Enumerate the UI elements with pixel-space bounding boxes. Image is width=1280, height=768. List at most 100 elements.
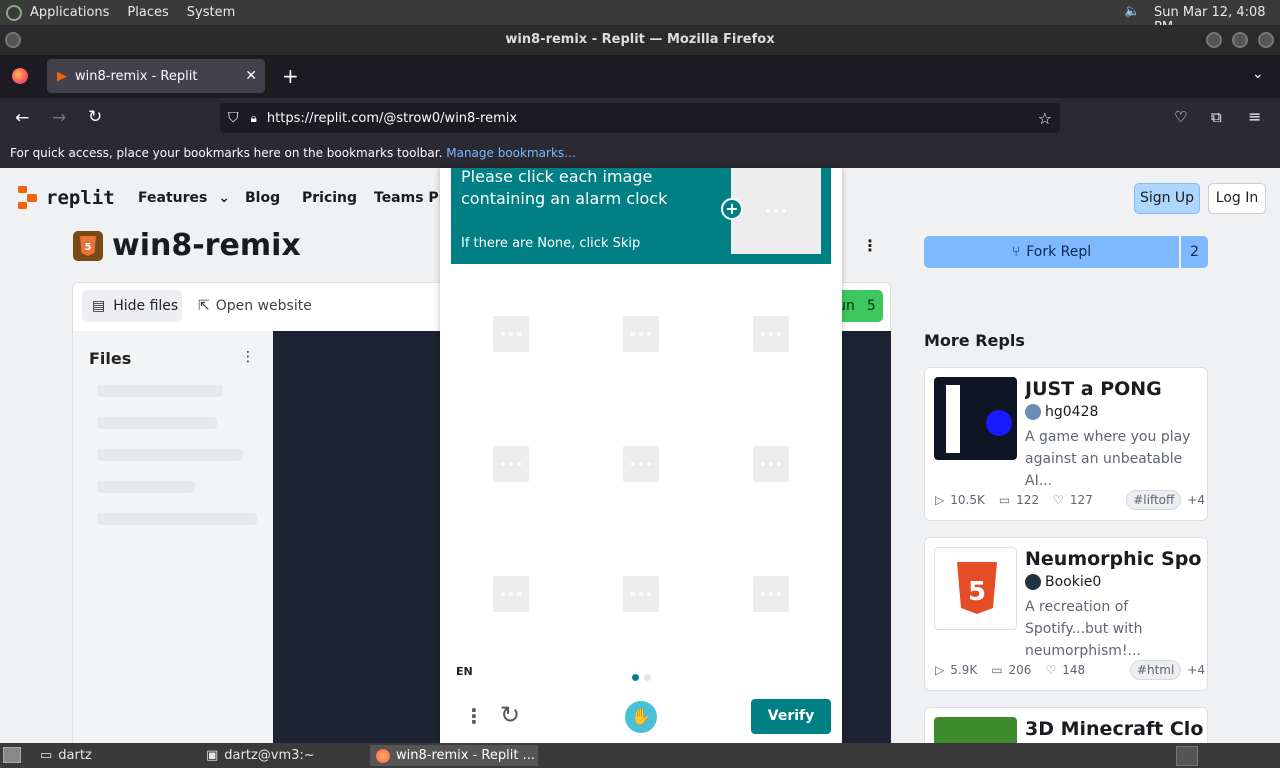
repl-tag[interactable]: #html [1129,660,1182,680]
places-menu[interactable]: Places [127,5,168,20]
window-title: win8-remix - Replit — Mozilla Firefox [505,32,775,47]
repl-card[interactable]: JUST a PONG hg0428 A game where you play… [924,367,1208,521]
captcha-language[interactable]: EN [456,665,473,678]
nav-features[interactable]: Features ⌄ [138,190,230,206]
tab-close-icon[interactable]: ✕ [245,68,257,84]
files-panel: Files ⋮ [73,331,273,743]
svg-text:5: 5 [968,577,986,607]
chevron-down-icon: ⌄ [218,190,230,206]
sign-up-button[interactable]: Sign Up [1134,183,1200,214]
taskbar-item-terminal[interactable]: ▣ dartz@vm3:~ [200,745,315,766]
window-menu-button[interactable] [5,32,21,48]
gnome-logo-icon[interactable] [6,4,22,21]
bookmarks-toolbar: For quick access, place your bookmarks h… [0,140,1280,168]
skeleton-row [97,385,223,397]
repl-card-title[interactable]: JUST a PONG [1025,378,1203,400]
lock-icon[interactable]: 🔒︎ [251,111,257,126]
nav-pricing[interactable]: Pricing [302,190,357,206]
url-text[interactable]: https://replit.com/@strow0/win8-remix [267,111,517,126]
shield-icon[interactable]: ⛉ [228,110,239,126]
close-window-button[interactable] [1258,32,1274,48]
tab-title: win8-remix - Replit [75,68,198,84]
repl-tag[interactable]: #liftoff [1126,490,1182,510]
repl-more-icon[interactable]: ⋮ [862,236,878,255]
taskbar-item-files[interactable]: ▭ dartz [34,745,92,766]
captcha-image-tile[interactable] [623,576,659,612]
top-panel: Applications Places System 🔈 Sun Mar 12,… [0,0,1280,35]
taskbar [0,743,1280,768]
captcha-image-tile[interactable] [493,446,529,482]
repl-card-author[interactable]: hg0428 [1025,404,1098,420]
replit-favicon-icon: ▶ [57,68,67,84]
comment-icon: ▭ [998,493,1011,507]
firefox-icon[interactable] [12,68,28,84]
volume-icon[interactable]: 🔈 [1124,4,1140,19]
terminal-icon: ▣ [206,748,219,763]
heart-icon: ♡ [1053,493,1064,507]
replit-wordmark: replit [46,187,115,209]
sidebar-icon: ▤ [92,298,106,314]
captcha-image-tile[interactable] [753,446,789,482]
repl-card[interactable]: 5 Neumorphic Spo... Bookie0 A recreation… [924,537,1208,691]
window-titlebar: win8-remix - Replit — Mozilla Firefox [0,25,1280,55]
url-bar[interactable]: ⛉ 🔒︎ https://replit.com/@strow0/win8-rem… [220,103,1060,133]
menu-hamburger-icon[interactable]: ≡ [1248,107,1261,126]
show-desktop-icon[interactable] [3,747,21,763]
hcaptcha-logo-icon[interactable]: ✋ [625,701,657,733]
hide-files-button[interactable]: ▤ Hide files [82,290,182,322]
folder-icon: ▭ [40,748,53,763]
taskbar-item-firefox[interactable]: win8-remix - Replit ... [370,745,538,766]
tab-active[interactable]: ▶ win8-remix - Replit ✕ [47,59,265,93]
log-in-button[interactable]: Log In [1208,183,1266,214]
captcha-menu-icon[interactable]: ⋮ [464,704,484,728]
replit-logo[interactable]: replit [18,186,115,210]
captcha-image-tile[interactable] [753,576,789,612]
nav-blog[interactable]: Blog [245,190,280,206]
captcha-header: Please click each image containing an al… [451,167,831,264]
replit-logo-icon [18,186,37,209]
verify-button[interactable]: Verify [751,699,831,734]
extensions-icon[interactable]: ⧉ [1211,108,1222,126]
repl-card[interactable]: 3D Minecraft Clo... [924,707,1208,743]
bookmark-star-icon[interactable]: ☆ [1038,109,1052,128]
repl-card-description: A game where you play against an unbeata… [1025,429,1191,489]
maximize-button[interactable] [1232,32,1248,48]
files-more-icon[interactable]: ⋮ [241,349,255,365]
expand-plus-icon[interactable]: + [721,198,743,220]
minimize-button[interactable] [1206,32,1222,48]
bookmarks-hint: For quick access, place your bookmarks h… [10,146,443,160]
fork-count[interactable]: 2 [1181,236,1208,268]
play-icon: ▷ [935,493,945,507]
captcha-image-tile[interactable] [623,446,659,482]
captcha-image-tile[interactable] [493,576,529,612]
captcha-refresh-icon[interactable]: ↻ [500,701,520,729]
workspace-switcher[interactable] [1176,746,1198,766]
repl-card-title[interactable]: 3D Minecraft Clo... [1025,718,1203,740]
new-tab-icon[interactable]: + [282,64,299,88]
svg-text:5: 5 [85,242,92,253]
html5-icon: 5 [73,231,103,261]
manage-bookmarks-link[interactable]: Manage bookmarks… [446,146,576,160]
back-arrow-icon[interactable]: ← [15,108,29,128]
fork-repl-button[interactable]: ⑂ Fork Repl [924,236,1179,268]
more-repls-heading: More Repls [924,331,1025,350]
repl-card-title[interactable]: Neumorphic Spo... [1025,548,1203,570]
reload-icon[interactable]: ↻ [88,107,102,127]
skeleton-row [97,513,257,525]
captcha-image-tile[interactable] [623,316,659,352]
page-indicator-active [632,674,639,681]
fork-icon: ⑂ [1011,244,1021,260]
pocket-icon[interactable]: ♡ [1174,108,1187,126]
repl-card-author[interactable]: Bookie0 [1025,574,1101,590]
skeleton-row [97,417,217,429]
system-menu[interactable]: System [187,5,235,20]
heart-icon: ♡ [1045,663,1057,677]
captcha-skip-hint: If there are None, click Skip [461,236,641,251]
list-tabs-chevron-icon[interactable]: ⌄ [1252,66,1264,82]
open-website-link[interactable]: ⇱ Open website [198,298,312,314]
forward-arrow-icon[interactable]: → [52,108,66,128]
captcha-image-tile[interactable] [753,316,789,352]
captcha-image-tile[interactable] [493,316,529,352]
avatar [1025,574,1041,590]
applications-menu[interactable]: Applications [30,5,109,20]
